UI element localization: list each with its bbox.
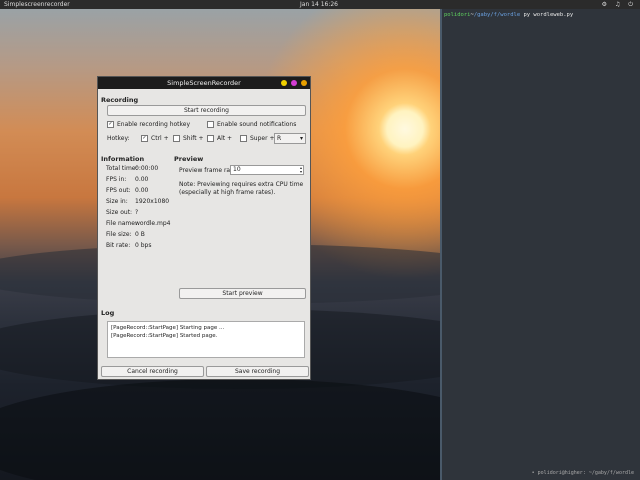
window-title: SimpleScreenRecorder xyxy=(167,79,241,87)
start-preview-button[interactable]: Start preview xyxy=(179,288,306,299)
info-label: Size in: xyxy=(106,198,128,205)
checkbox-icon[interactable] xyxy=(173,135,180,142)
alt-checkbox[interactable]: Alt + xyxy=(207,135,232,142)
info-label: Bit rate: xyxy=(106,242,131,249)
log-line: [PageRecord::StartPage] Starting page ..… xyxy=(111,325,225,331)
info-value: 0.00 xyxy=(135,176,149,183)
ctrl-label: Ctrl + xyxy=(151,135,169,142)
preview-note: Note: Previewing requires extra CPU time… xyxy=(179,181,304,196)
ssr-window: SimpleScreenRecorder Recording Start rec… xyxy=(97,76,311,380)
minimize-button[interactable] xyxy=(291,80,297,86)
info-row: Size out:? xyxy=(106,209,138,216)
hotkey-key-value: R xyxy=(277,135,282,142)
prompt-user: polidori xyxy=(444,12,471,18)
checkbox-icon[interactable] xyxy=(207,121,214,128)
prompt-path: /gaby/f/wordle xyxy=(473,12,521,18)
log-header: Log xyxy=(101,309,115,317)
hotkey-label: Hotkey: xyxy=(107,135,130,142)
super-checkbox[interactable]: Super + xyxy=(240,135,275,142)
cancel-recording-button[interactable]: Cancel recording xyxy=(101,366,204,377)
system-tray[interactable]: ⚙ ♫ ⏻ xyxy=(602,0,636,9)
hotkey-enable-label: Enable recording hotkey xyxy=(117,121,191,128)
info-label: Total time: xyxy=(106,165,138,172)
checkbox-icon[interactable] xyxy=(240,135,247,142)
start-recording-button[interactable]: Start recording xyxy=(107,105,306,116)
chevron-down-icon: ▾ xyxy=(299,135,303,142)
top-panel: Simplescreenrecorder Jan 14 16:26 ⚙ ♫ ⏻ xyxy=(0,0,640,9)
info-value: 0 bps xyxy=(135,242,152,249)
info-value: 0 B xyxy=(135,231,145,238)
shift-checkbox[interactable]: Shift + xyxy=(173,135,204,142)
close-button[interactable] xyxy=(301,80,307,86)
super-label: Super + xyxy=(250,135,275,142)
sound-notify-checkbox[interactable]: Enable sound notifications xyxy=(207,121,296,128)
checkbox-icon[interactable]: ✓ xyxy=(107,121,114,128)
info-label: Size out: xyxy=(106,209,133,216)
info-row: Bit rate: 0 bps xyxy=(106,242,151,249)
checkbox-icon[interactable] xyxy=(207,135,214,142)
info-row: Size in: 1920x1080 xyxy=(106,198,169,205)
info-row: FPS out: 0.00 xyxy=(106,187,148,194)
preview-header: Preview xyxy=(174,155,204,163)
info-value: ? xyxy=(135,209,139,216)
info-row: File name: wordle.mp4 xyxy=(106,220,170,227)
information-header: Information xyxy=(101,155,145,163)
preview-rate-value: 10 xyxy=(233,166,241,173)
info-value: 0:00:00 xyxy=(135,165,159,172)
hotkey-enable-checkbox[interactable]: ✓ Enable recording hotkey xyxy=(107,121,190,128)
info-row: Total time: 0:00:00 xyxy=(106,165,158,172)
terminal-status: • polidori@higher: ~/gaby/f/wordle xyxy=(531,470,634,476)
window-titlebar[interactable]: SimpleScreenRecorder xyxy=(98,77,310,89)
alt-label: Alt + xyxy=(217,135,233,142)
ctrl-checkbox[interactable]: ✓ Ctrl + xyxy=(141,135,169,142)
info-value: wordle.mp4 xyxy=(135,220,171,227)
sound-notify-label: Enable sound notifications xyxy=(217,121,297,128)
log-line: [PageRecord::StartPage] Started page. xyxy=(111,333,218,339)
recording-header: Recording xyxy=(101,96,139,104)
info-label: FPS out: xyxy=(106,187,131,194)
prompt-command: py wordleweb.py xyxy=(520,12,574,18)
clock[interactable]: Jan 14 16:26 xyxy=(300,0,338,9)
spin-arrows-icon[interactable]: ▴ ▾ xyxy=(300,166,302,174)
checkbox-icon[interactable]: ✓ xyxy=(141,135,148,142)
info-label: File size: xyxy=(106,231,132,238)
info-row: FPS in: 0.00 xyxy=(106,176,148,183)
info-value: 0.00 xyxy=(135,187,149,194)
info-row: File size: 0 B xyxy=(106,231,145,238)
save-recording-button[interactable]: Save recording xyxy=(206,366,309,377)
info-label: FPS in: xyxy=(106,176,127,183)
active-app-name[interactable]: Simplescreenrecorder xyxy=(4,0,70,9)
info-label: File name: xyxy=(106,220,137,227)
wave-shape xyxy=(0,379,440,480)
info-value: 1920x1080 xyxy=(135,198,170,205)
maximize-button[interactable] xyxy=(281,80,287,86)
preview-rate-spinbox[interactable]: 10 ▴ ▾ xyxy=(230,165,304,175)
shift-label: Shift + xyxy=(183,135,204,142)
terminal-prompt-line: polidori~/gaby/f/wordle py wordleweb.py xyxy=(444,12,573,18)
hotkey-key-select[interactable]: R ▾ xyxy=(274,133,306,144)
log-textarea[interactable]: [PageRecord::StartPage] Starting page ..… xyxy=(107,321,305,358)
terminal-window[interactable]: polidori~/gaby/f/wordle py wordleweb.py … xyxy=(440,9,640,480)
